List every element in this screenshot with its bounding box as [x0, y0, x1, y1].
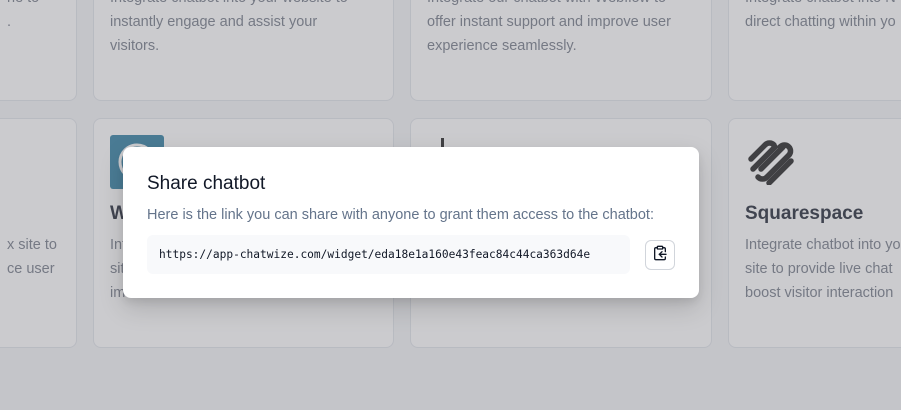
- share-link-field[interactable]: https://app-chatwize.com/widget/eda18e1a…: [147, 235, 630, 274]
- clipboard-copy-icon: [652, 245, 668, 266]
- share-chatbot-dialog: Share chatbot Here is the link you can s…: [123, 147, 699, 298]
- dialog-title: Share chatbot: [147, 173, 266, 194]
- copy-link-button[interactable]: [645, 240, 675, 270]
- dialog-description: Here is the link you can share with anyo…: [147, 207, 654, 223]
